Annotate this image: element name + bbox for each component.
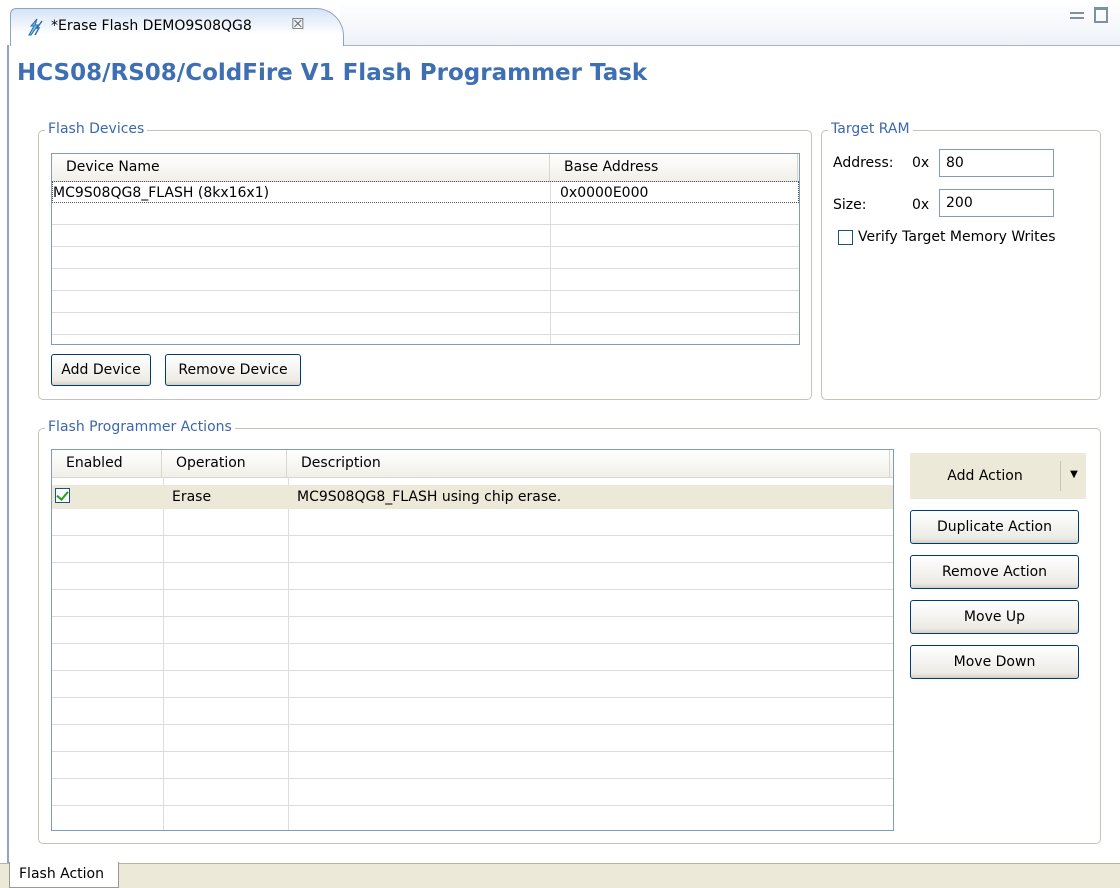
close-icon[interactable]: ☒: [291, 15, 304, 33]
table-row: [52, 725, 893, 752]
table-row: [52, 203, 799, 225]
table-row: [52, 671, 893, 698]
table-row: [52, 779, 893, 806]
address-prefix: 0x: [912, 155, 930, 171]
table-row: [52, 225, 799, 247]
table-row[interactable]: Erase MC9S08QG8_FLASH using chip erase.: [52, 485, 893, 509]
column-header-enabled[interactable]: Enabled: [52, 450, 162, 477]
target-ram-group: Target RAM Address: 0x Size: 0x Verify T…: [821, 121, 1101, 400]
duplicate-action-button[interactable]: Duplicate Action: [910, 510, 1079, 544]
table-header: Device Name Base Address: [52, 154, 799, 182]
move-up-button[interactable]: Move Up: [910, 600, 1079, 634]
remove-device-button[interactable]: Remove Device: [165, 354, 301, 386]
column-header-device-name[interactable]: Device Name: [52, 154, 550, 181]
table-row: [52, 698, 893, 725]
editor-tab-title: *Erase Flash DEMO9S08QG8: [51, 18, 252, 34]
table-row: [52, 291, 799, 313]
add-action-button[interactable]: Add Action: [910, 453, 1060, 499]
operation-cell: Erase: [172, 489, 212, 505]
window-controls: [1070, 6, 1114, 26]
remove-action-button[interactable]: Remove Action: [910, 555, 1079, 589]
page-title: HCS08/RS08/ColdFire V1 Flash Programmer …: [17, 60, 648, 86]
flash-devices-table[interactable]: Device Name Base Address MC9S08QG8_FLASH…: [51, 153, 800, 345]
size-input[interactable]: [939, 189, 1054, 217]
table-row: [52, 617, 893, 644]
move-down-button[interactable]: Move Down: [910, 645, 1079, 679]
target-ram-legend: Target RAM: [828, 121, 913, 137]
enabled-checkbox[interactable]: [55, 488, 70, 503]
editor-tab[interactable]: *Erase Flash DEMO9S08QG8 ☒: [10, 8, 344, 46]
flash-programmer-actions-group: Flash Programmer Actions Enabled Operati…: [38, 419, 1101, 844]
actions-table[interactable]: Enabled Operation Description Erase MC9S…: [51, 449, 894, 831]
table-row: [52, 590, 893, 617]
page-tab-bar: [0, 863, 1120, 888]
table-row: [52, 509, 893, 536]
flash-task-icon: [28, 18, 43, 36]
column-header-operation[interactable]: Operation: [162, 450, 287, 477]
base-address-cell: 0x0000E000: [560, 185, 649, 201]
verify-writes-checkbox[interactable]: [838, 230, 853, 245]
column-header-description[interactable]: Description: [287, 450, 890, 477]
flash-devices-group: Flash Devices Device Name Base Address M…: [38, 121, 812, 400]
table-row: [52, 563, 893, 590]
flash-devices-legend: Flash Devices: [45, 121, 148, 137]
flash-programmer-actions-legend: Flash Programmer Actions: [45, 419, 235, 435]
add-device-button[interactable]: Add Device: [51, 354, 151, 386]
address-label: Address:: [833, 155, 894, 171]
table-row: [52, 806, 893, 830]
tab-flash-action[interactable]: Flash Action: [9, 862, 119, 888]
table-row: [52, 313, 799, 335]
table-row: [52, 752, 893, 779]
minimize-icon[interactable]: [1070, 12, 1084, 19]
table-row: [52, 536, 893, 563]
table-row: [52, 644, 893, 671]
description-cell: MC9S08QG8_FLASH using chip erase.: [297, 489, 562, 505]
column-header-base-address[interactable]: Base Address: [550, 154, 798, 181]
add-action-split-button[interactable]: Add Action ▼: [910, 453, 1086, 499]
table-row: [52, 247, 799, 269]
table-row: [52, 269, 799, 291]
address-input[interactable]: [939, 149, 1054, 177]
editor-frame-edge: [7, 45, 9, 863]
verify-writes-label: Verify Target Memory Writes: [858, 229, 1056, 245]
device-name-cell: MC9S08QG8_FLASH (8kx16x1): [53, 185, 270, 201]
size-label: Size:: [833, 197, 867, 213]
chevron-down-icon[interactable]: ▼: [1062, 453, 1086, 499]
maximize-icon[interactable]: [1094, 7, 1108, 23]
table-header: Enabled Operation Description: [52, 450, 893, 478]
size-prefix: 0x: [912, 197, 930, 213]
table-row[interactable]: MC9S08QG8_FLASH (8kx16x1) 0x0000E000: [52, 181, 799, 203]
